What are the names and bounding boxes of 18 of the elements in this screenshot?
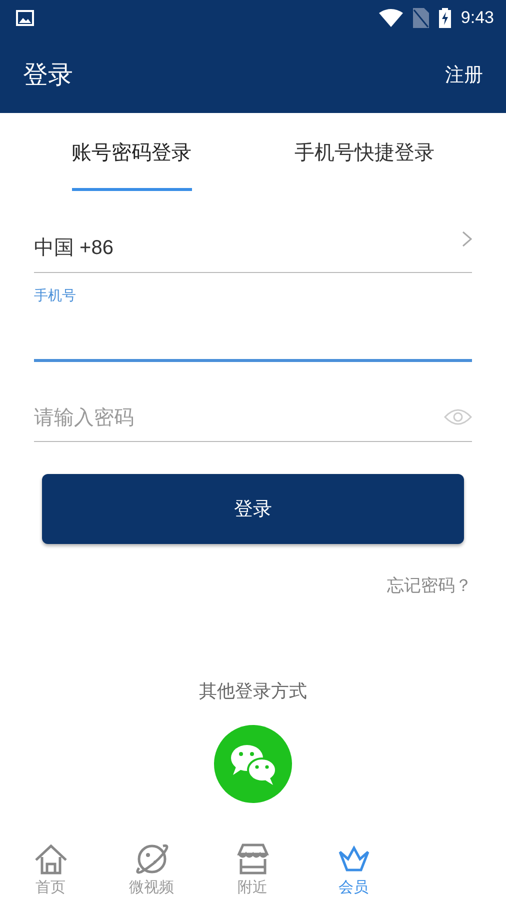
login-tab[interactable]: 手机号快捷登录 (294, 135, 434, 191)
register-link[interactable]: 注册 (445, 62, 483, 88)
password-field[interactable]: 请输入密码 (34, 404, 444, 428)
battery-icon (438, 8, 451, 28)
field-label: 手机号 (34, 287, 77, 305)
other-login-heading: 其他登录方式 (198, 680, 308, 703)
login-button[interactable]: 登录 (42, 474, 464, 544)
no-sim-icon (412, 8, 429, 28)
eye-icon[interactable] (444, 408, 472, 426)
page-title: 登录 (23, 59, 73, 91)
image-icon (16, 10, 34, 26)
chevron-right-icon[interactable] (462, 231, 472, 247)
phone-input-field[interactable] (34, 359, 472, 362)
wifi-icon (378, 9, 403, 27)
country-code[interactable]: 中国 +86 (34, 234, 114, 261)
login-tab[interactable]: 账号密码登录 (72, 135, 192, 191)
forgot-password-link[interactable]: 忘记密码？ (387, 574, 472, 597)
status-time: 9:43 (460, 8, 494, 28)
